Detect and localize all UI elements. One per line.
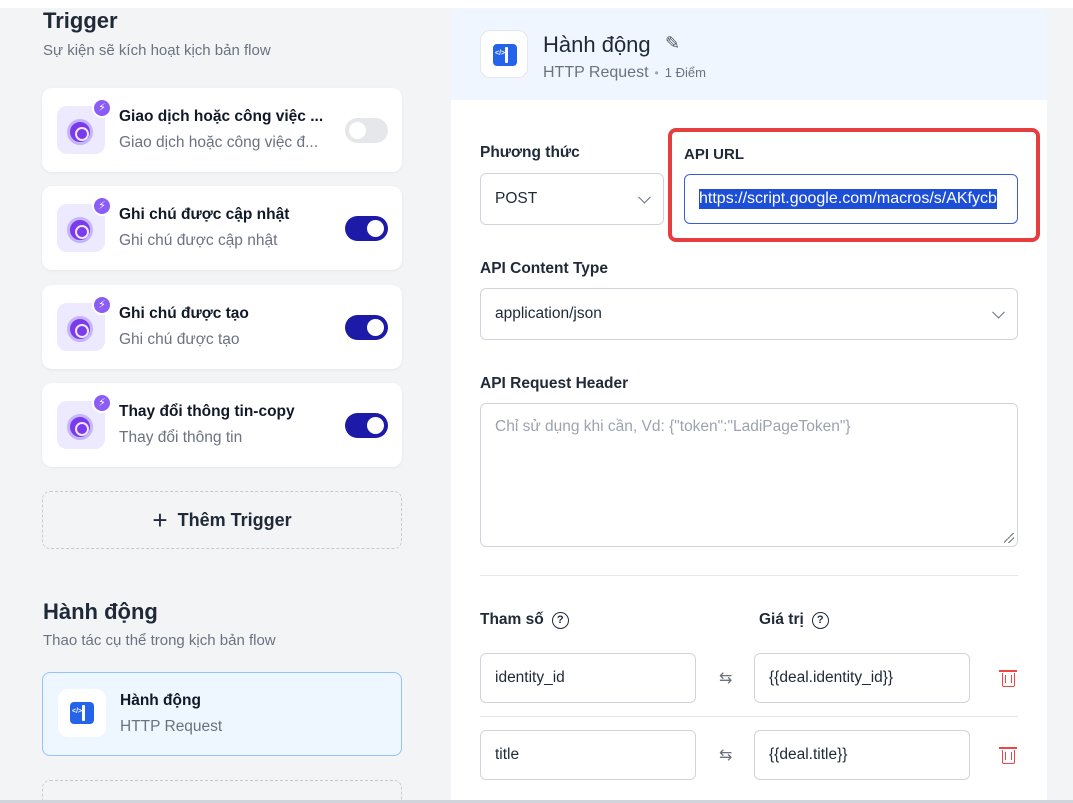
divider: [480, 575, 1018, 576]
trigger-toggle[interactable]: [345, 118, 388, 143]
trigger-card-title: Thay đổi thông tin-copy: [119, 403, 295, 420]
action-card[interactable]: Hành động HTTP Request: [42, 672, 402, 756]
trigger-card[interactable]: ⚡ Giao dịch hoặc công việc ... Giao dịch…: [42, 88, 402, 172]
params-label: Tham số: [480, 611, 544, 628]
http-request-icon: [480, 30, 528, 78]
action-config-panel: Hành động ✎ HTTP Request•1 Điểm Phương t…: [451, 8, 1047, 803]
request-header-textarea[interactable]: Chỉ sử dụng khi cần, Vd: {"token":"LadiP…: [480, 403, 1018, 547]
param-value-value: {{deal.identity_id}}: [769, 669, 894, 686]
help-icon[interactable]: ?: [811, 612, 829, 629]
divider: [480, 716, 1018, 717]
trash-icon[interactable]: [999, 670, 1017, 687]
lightning-icon: ⚡: [92, 295, 112, 315]
lightning-icon: ⚡: [92, 393, 112, 413]
trigger-card[interactable]: ⚡ Thay đổi thông tin-copy Thay đổi thông…: [42, 383, 402, 467]
content-type-label: API Content Type: [480, 260, 609, 277]
lightning-icon: ⚡: [92, 98, 112, 118]
trash-icon[interactable]: [999, 747, 1017, 764]
http-request-icon: [58, 689, 106, 737]
request-type: HTTP Request: [543, 64, 649, 81]
param-value-value: {{deal.title}}: [769, 746, 848, 763]
trigger-card-subtitle: Ghi chú được tạo: [119, 331, 240, 348]
points-badge: 1 Điểm: [664, 65, 706, 80]
trigger-card-title: Giao dịch hoặc công việc ...: [119, 108, 324, 125]
content-type-select[interactable]: application/json: [480, 288, 1018, 340]
param-key-value: identity_id: [495, 669, 565, 686]
action-card-title: Hành động: [120, 692, 201, 709]
chevron-down-icon: [638, 190, 651, 204]
trigger-card[interactable]: ⚡ Ghi chú được tạo Ghi chú được tạo: [42, 285, 402, 369]
param-key-value: title: [495, 746, 520, 763]
api-url-input[interactable]: https://script.google.com/macros/s/AKfyc…: [684, 174, 1018, 224]
trigger-toggle[interactable]: [345, 216, 388, 241]
trigger-card-subtitle: Ghi chú được cập nhật: [119, 232, 278, 249]
trigger-section-title: Trigger: [43, 8, 118, 33]
param-key-input[interactable]: title: [480, 730, 696, 780]
content-type-value: application/json: [495, 305, 602, 322]
trigger-card-subtitle: Giao dịch hoặc công việc đ...: [119, 134, 319, 151]
action-section-title: Hành động: [43, 599, 158, 624]
param-value-input[interactable]: {{deal.identity_id}}: [754, 653, 970, 703]
method-value: POST: [495, 190, 538, 207]
trigger-section-subtitle: Sự kiện sẽ kích hoạt kịch bản flow: [43, 42, 271, 59]
plus-icon: +: [152, 505, 168, 535]
param-value-input[interactable]: {{deal.title}}: [754, 730, 970, 780]
chevron-down-icon: [992, 305, 1005, 319]
panel-title: Hành động: [543, 32, 651, 57]
resize-handle-icon[interactable]: [1004, 533, 1014, 543]
action-card-subtitle: HTTP Request: [120, 718, 223, 735]
api-url-value: https://script.google.com/macros/s/AKfyc…: [699, 189, 997, 209]
edit-pencil-icon[interactable]: ✎: [665, 33, 680, 54]
swap-arrows-icon: ⇆: [719, 670, 733, 687]
lightning-icon: ⚡: [92, 196, 112, 216]
swap-arrows-icon: ⇆: [719, 747, 733, 764]
panel-header: Hành động ✎ HTTP Request•1 Điểm: [451, 8, 1047, 100]
add-trigger-button[interactable]: + Thêm Trigger: [42, 491, 402, 549]
param-key-input[interactable]: identity_id: [480, 653, 696, 703]
url-label: API URL: [684, 146, 744, 163]
values-header: Giá trị?: [759, 611, 829, 629]
request-header-placeholder: Chỉ sử dụng khi cần, Vd: {"token":"LadiP…: [495, 418, 851, 435]
values-label: Giá trị: [759, 611, 804, 628]
trigger-toggle[interactable]: [345, 315, 388, 340]
params-header: Tham số?: [480, 611, 569, 629]
panel-subtitle: HTTP Request • 1 Điểm: [543, 64, 706, 81]
flow-sidebar: Trigger Sự kiện sẽ kích hoạt kịch bản fl…: [0, 0, 450, 803]
help-icon[interactable]: ?: [551, 612, 569, 629]
trigger-card-subtitle: Thay đổi thông tin: [119, 429, 243, 446]
method-label: Phương thức: [480, 144, 580, 161]
trigger-card-title: Ghi chú được cập nhật: [119, 206, 290, 223]
action-section-subtitle: Thao tác cụ thể trong kịch bản flow: [43, 632, 276, 649]
add-trigger-label: Thêm Trigger: [177, 509, 292, 530]
trigger-card[interactable]: ⚡ Ghi chú được cập nhật Ghi chú được cập…: [42, 186, 402, 270]
trigger-toggle[interactable]: [345, 413, 388, 438]
method-select[interactable]: POST: [480, 173, 664, 225]
trigger-card-title: Ghi chú được tạo: [119, 305, 249, 322]
request-header-label: API Request Header: [480, 375, 629, 392]
